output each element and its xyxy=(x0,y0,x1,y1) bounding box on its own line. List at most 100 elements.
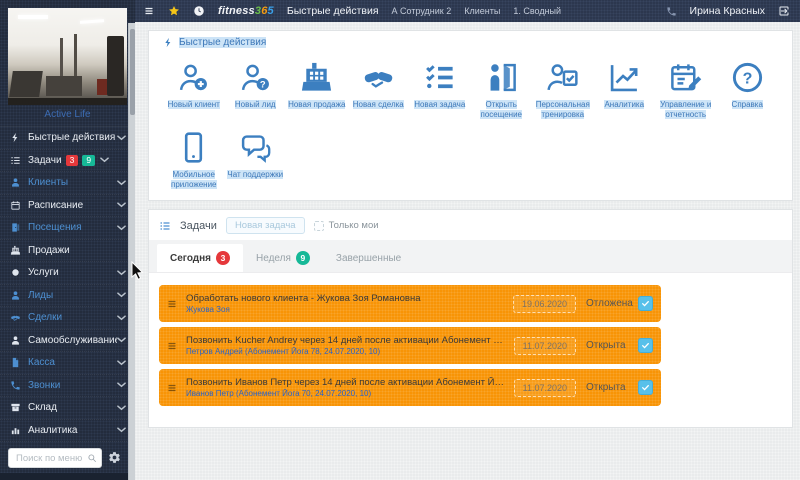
sidebar-item-self-service[interactable]: Самообслуживание xyxy=(0,330,135,353)
only-mine-checkbox[interactable]: Только мои xyxy=(314,220,379,231)
tab-today[interactable]: Сегодня 3 xyxy=(157,244,243,272)
personal-training-icon xyxy=(545,60,580,95)
task-row[interactable]: Позвонить Иванов Петр через 14 дней посл… xyxy=(159,369,661,406)
chevron-down-icon xyxy=(117,382,126,388)
task-row[interactable]: Обработать нового клиента - Жукова Зоя Р… xyxy=(159,285,661,322)
cash-register-icon xyxy=(299,60,334,95)
task-row[interactable]: Позвонить Kucher Andrey через 14 дней по… xyxy=(159,327,661,364)
topbar-link-clients[interactable]: Клиенты xyxy=(464,6,500,16)
drag-handle-icon[interactable] xyxy=(166,382,178,394)
tab-week-badge: 9 xyxy=(296,251,310,265)
tab-week[interactable]: Неделя 9 xyxy=(243,244,323,272)
tasks-badge-green: 9 xyxy=(82,155,95,166)
sidebar-item-warehouse[interactable]: Склад xyxy=(0,397,135,420)
logout-icon[interactable] xyxy=(778,5,790,17)
scrollbar-thumb[interactable] xyxy=(130,29,135,115)
sidebar-item-visits[interactable]: Посещения xyxy=(0,217,135,240)
task-subject-link[interactable]: Петров Андрей (Абонемент Йога 78, 24.07.… xyxy=(186,347,506,356)
quick-action-management-reports[interactable]: Управление и отчетность xyxy=(655,50,717,120)
quick-action-new-lead[interactable]: Новый лид xyxy=(225,50,287,120)
sidebar-search xyxy=(8,448,121,469)
task-complete-checkbox[interactable] xyxy=(638,296,653,311)
task-complete-checkbox[interactable] xyxy=(638,338,653,353)
sidebar-item-quick-actions[interactable]: Быстрые действия xyxy=(0,127,135,150)
quick-action-support-chat[interactable]: Чат поддержки xyxy=(225,120,287,190)
quick-action-new-deal[interactable]: Новая сделка xyxy=(348,50,410,120)
task-list-icon xyxy=(10,155,21,166)
check-icon xyxy=(641,383,650,392)
app-logo[interactable]: fitness365 xyxy=(218,5,274,17)
sidebar-scrollbar[interactable] xyxy=(128,23,135,480)
tab-today-badge: 3 xyxy=(216,251,230,265)
sidebar: Active Life Быстрые действия Задачи 3 9 … xyxy=(0,0,135,480)
tasks-panel: Задачи Новая задача Только мои Сегодня 3… xyxy=(148,209,793,428)
quick-action-new-sale[interactable]: Новая продажа xyxy=(286,50,348,120)
club-card: Active Life xyxy=(0,0,135,126)
chevron-down-icon xyxy=(117,270,126,276)
chevron-down-icon xyxy=(117,405,126,411)
check-icon xyxy=(641,341,650,350)
task-date[interactable]: 11.07.2020 xyxy=(514,379,576,397)
sidebar-item-services[interactable]: Услуги xyxy=(0,262,135,285)
sidebar-item-cashbox[interactable]: Касса xyxy=(0,352,135,375)
chevron-down-icon xyxy=(117,360,126,366)
lightning-icon xyxy=(163,37,174,48)
drag-handle-icon[interactable] xyxy=(166,340,178,352)
star-icon[interactable] xyxy=(168,5,180,17)
tab-completed[interactable]: Завершенные xyxy=(323,244,414,272)
topbar-link-quick-actions[interactable]: Быстрые действия xyxy=(287,5,379,17)
chart-icon xyxy=(10,425,21,436)
task-list-icon xyxy=(159,220,171,232)
sidebar-item-tasks[interactable]: Задачи 3 9 xyxy=(0,150,135,173)
task-subject-link[interactable]: Жукова Зоя xyxy=(186,305,505,314)
sidebar-item-leads[interactable]: Лиды xyxy=(0,285,135,308)
quick-action-new-task[interactable]: Новая задача xyxy=(409,50,471,120)
cash-register-icon xyxy=(10,245,21,256)
user-plus-icon xyxy=(176,60,211,95)
chevron-down-icon xyxy=(117,337,126,343)
quick-actions-grid: Новый клиент Новый лид Новая продажа Нов… xyxy=(163,50,778,190)
sphere-icon xyxy=(10,267,21,278)
clock-icon[interactable] xyxy=(193,5,205,17)
sidebar-menu: Быстрые действия Задачи 3 9 Клиенты Расп… xyxy=(0,126,135,442)
quick-action-mobile-app[interactable]: Мобильное приложение xyxy=(163,120,225,190)
topbar-link-employee[interactable]: А Сотрудник 2 xyxy=(392,6,452,16)
quick-action-open-visit[interactable]: Открыть посещение xyxy=(471,50,533,120)
task-date[interactable]: 19.06.2020 xyxy=(513,295,576,313)
tasks-tabs: Сегодня 3 Неделя 9 Завершенные xyxy=(149,240,792,273)
sidebar-item-analytics[interactable]: Аналитика xyxy=(0,420,135,443)
tasks-badge-red: 3 xyxy=(66,155,79,166)
person-door-icon xyxy=(484,60,519,95)
phone-icon[interactable] xyxy=(666,6,677,17)
task-list: Обработать нового клиента - Жукова Зоя Р… xyxy=(149,273,792,415)
quick-actions-panel: Быстрые действия Новый клиент Новый лид … xyxy=(148,30,793,201)
help-icon xyxy=(730,60,765,95)
sidebar-item-calls[interactable]: Звонки xyxy=(0,375,135,398)
task-title: Обработать нового клиента - Жукова Зоя Р… xyxy=(186,293,505,304)
quick-action-analytics[interactable]: Аналитика xyxy=(594,50,656,120)
quick-action-new-client[interactable]: Новый клиент xyxy=(163,50,225,120)
chevron-down-icon xyxy=(117,427,126,433)
menu-icon[interactable] xyxy=(143,5,155,17)
current-user[interactable]: Ирина Красных xyxy=(690,5,765,17)
new-task-button[interactable]: Новая задача xyxy=(226,217,305,234)
sidebar-item-clients[interactable]: Клиенты xyxy=(0,172,135,195)
topbar-link-summary[interactable]: 1. Сводный xyxy=(513,6,561,16)
task-complete-checkbox[interactable] xyxy=(638,380,653,395)
lightning-icon xyxy=(10,132,21,143)
drag-handle-icon[interactable] xyxy=(166,298,178,310)
box-icon xyxy=(10,402,21,413)
sidebar-item-deals[interactable]: Сделки xyxy=(0,307,135,330)
quick-action-personal-training[interactable]: Персональная тренировка xyxy=(532,50,594,120)
main-content: Быстрые действия Новый клиент Новый лид … xyxy=(135,22,800,480)
task-status: Отложена xyxy=(586,298,638,309)
quick-action-help[interactable]: Справка xyxy=(717,50,779,120)
task-date[interactable]: 11.07.2020 xyxy=(514,337,576,355)
task-subject-link[interactable]: Иванов Петр (Абонемент Йога 70, 24.07.20… xyxy=(186,389,506,398)
gear-icon[interactable] xyxy=(108,451,121,464)
checkbox-box[interactable] xyxy=(314,221,324,231)
task-status: Открыта xyxy=(586,340,638,351)
sidebar-item-schedule[interactable]: Расписание xyxy=(0,195,135,218)
sidebar-item-sales[interactable]: Продажи xyxy=(0,240,135,263)
analytics-icon xyxy=(607,60,642,95)
